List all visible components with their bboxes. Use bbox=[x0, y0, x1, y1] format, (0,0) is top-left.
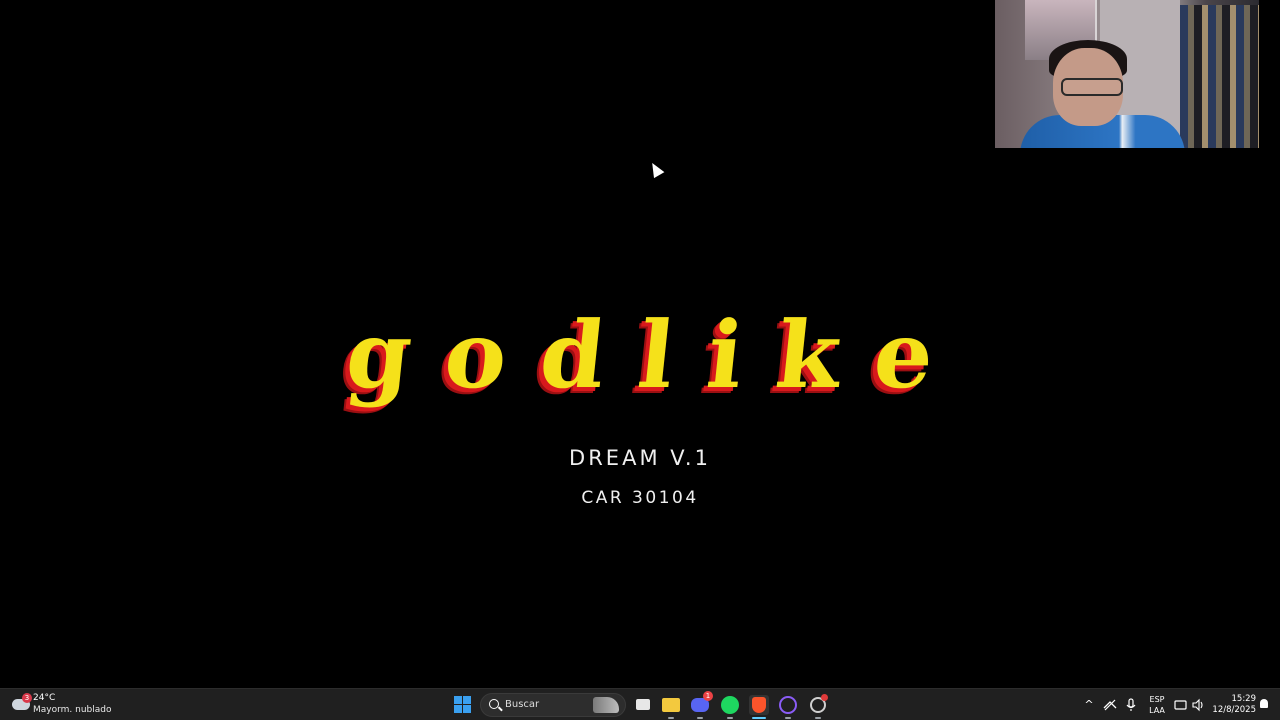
windows-start-icon[interactable] bbox=[454, 696, 471, 713]
folder-icon[interactable] bbox=[661, 695, 681, 719]
mouse-cursor-icon bbox=[647, 160, 665, 179]
language-bottom: LAA bbox=[1149, 706, 1165, 715]
discord-badge: 1 bbox=[703, 691, 713, 701]
taskbar-search[interactable]: Buscar bbox=[480, 693, 626, 717]
windows-taskbar: 3 24°C Mayorm. nublado Buscar 1 ^ ESP LA… bbox=[0, 688, 1280, 720]
language-indicator[interactable]: ESP LAA bbox=[1146, 694, 1168, 716]
title-container: godlike bbox=[0, 300, 1280, 420]
running-indicator bbox=[752, 717, 766, 719]
clock-time: 15:29 bbox=[1231, 694, 1257, 704]
car-code-text: CAR 30104 bbox=[581, 488, 699, 508]
running-indicator bbox=[785, 717, 791, 719]
display-icon[interactable] bbox=[1174, 698, 1188, 712]
dream-subtitle: DREAM V.1 bbox=[569, 446, 711, 470]
chevron-up-icon[interactable]: ^ bbox=[1082, 698, 1096, 712]
running-indicator bbox=[668, 717, 674, 719]
start-tile-icon bbox=[454, 696, 462, 704]
weather-widget[interactable]: 3 24°C Mayorm. nublado bbox=[10, 692, 120, 718]
weather-temp: 24°C bbox=[33, 693, 56, 703]
running-indicator bbox=[727, 717, 733, 719]
notification-bell-icon[interactable] bbox=[1258, 698, 1270, 710]
search-label: Buscar bbox=[505, 699, 540, 710]
circle-app-icon[interactable] bbox=[808, 694, 828, 719]
webcam-clothes bbox=[1180, 5, 1259, 148]
clock-date: 12/8/2025 bbox=[1212, 705, 1256, 715]
search-icon bbox=[489, 699, 499, 709]
presentation-stage: godlike DREAM V.1 CAR 30104 bbox=[0, 0, 1280, 688]
webcam-overlay bbox=[995, 0, 1259, 148]
microphone-icon[interactable] bbox=[1124, 698, 1138, 712]
godlike-title: godlike bbox=[341, 301, 973, 409]
network-off-icon[interactable] bbox=[1103, 698, 1117, 712]
search-highlight-icon bbox=[593, 697, 619, 713]
start-tile-icon bbox=[463, 705, 471, 713]
weather-desc: Mayorm. nublado bbox=[33, 705, 112, 715]
system-clock[interactable]: 15:29 12/8/2025 bbox=[1210, 694, 1256, 716]
obs-icon[interactable] bbox=[778, 695, 798, 719]
start-tile-icon bbox=[463, 696, 471, 704]
volume-icon[interactable] bbox=[1191, 698, 1205, 712]
brave-icon[interactable] bbox=[749, 695, 769, 719]
running-indicator bbox=[697, 717, 703, 719]
running-indicator bbox=[815, 717, 821, 719]
weather-badge: 3 bbox=[22, 693, 32, 703]
spotify-icon[interactable] bbox=[720, 695, 740, 719]
discord-icon[interactable]: 1 bbox=[690, 691, 713, 719]
task-view-icon[interactable] bbox=[634, 695, 654, 715]
start-tile-icon bbox=[454, 705, 462, 713]
language-top: ESP bbox=[1149, 695, 1165, 704]
webcam-person-glasses bbox=[1061, 78, 1123, 96]
